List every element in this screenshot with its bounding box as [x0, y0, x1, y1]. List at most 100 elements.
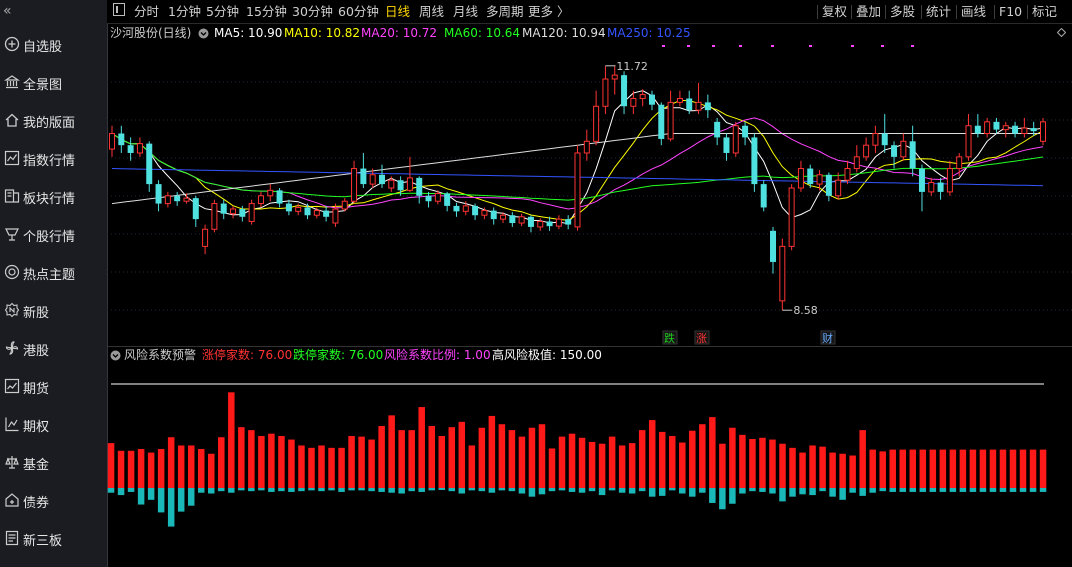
candle-body	[518, 216, 525, 224]
toolbar-button-3[interactable]: 统计	[926, 3, 951, 21]
event-marker-0[interactable]: 跌	[662, 330, 678, 345]
sidebar-item-0[interactable]: 自选股	[0, 25, 107, 63]
risk-indicator-panel[interactable]: 风险系数预警 涨停家数: 76.00 跌停家数: 76.00 风险系数比例: 1.0…	[107, 346, 1072, 567]
candle-body	[388, 179, 395, 189]
toolbar-button-5[interactable]: F10	[999, 3, 1022, 21]
limit-down-bar	[548, 488, 556, 492]
sidebar-item-3[interactable]: 指数行情	[0, 139, 107, 177]
sidebar-item-5[interactable]: 个股行情	[0, 215, 107, 253]
candle-body	[835, 179, 842, 197]
period-tab-9[interactable]: 多周期	[486, 3, 524, 21]
candle-body	[611, 74, 618, 80]
candle	[267, 184, 274, 202]
toolbar-button-6[interactable]: 标记	[1032, 3, 1057, 21]
sidebar-item-10[interactable]: 期权	[0, 405, 107, 443]
candle-body	[369, 174, 376, 185]
sidebar-item-7[interactable]: 新股	[0, 291, 107, 329]
limit-up-bar	[238, 427, 245, 488]
limit-down-bar	[218, 488, 225, 492]
period-tab-6[interactable]: 日线	[385, 3, 410, 21]
limit-down-bar	[318, 488, 325, 492]
candle	[788, 184, 795, 251]
candle-body	[211, 203, 218, 230]
candle	[118, 125, 125, 153]
sidebar-item-label: 港股	[23, 344, 50, 359]
limit-up-bar	[398, 430, 405, 488]
period-tab-7[interactable]: 周线	[419, 3, 444, 21]
candle-body	[630, 97, 637, 107]
limit-down-bar	[488, 488, 496, 493]
candle	[425, 191, 432, 208]
period-tab-5[interactable]: 60分钟	[338, 3, 379, 21]
limit-up-bar	[849, 455, 856, 488]
sidebar-toggle-icon[interactable]	[113, 3, 125, 21]
candle-body	[602, 78, 609, 107]
sidebar-item-11[interactable]: 基金	[0, 443, 107, 481]
candle	[1040, 117, 1046, 146]
bank-icon	[4, 75, 20, 89]
candle-body	[118, 133, 125, 146]
sidebar-item-8[interactable]: 港股	[0, 329, 107, 367]
limit-up-bar	[117, 450, 125, 488]
limit-down-bar	[769, 488, 776, 494]
sidebar-item-4[interactable]: 板块行情	[0, 177, 107, 215]
period-tab-4[interactable]: 30分钟	[292, 3, 333, 21]
candle-body	[323, 210, 330, 217]
collapse-sidebar-button[interactable]: «	[0, 0, 107, 22]
bond-icon	[5, 493, 19, 507]
toolbar-button-4[interactable]: 画线	[961, 3, 986, 21]
toolbar-button-2[interactable]: 多股	[890, 3, 915, 21]
event-tick	[712, 45, 715, 47]
limit-down-bar	[859, 488, 866, 496]
period-tab-10[interactable]: 更多 〉	[528, 3, 569, 21]
limit-up-bar	[899, 449, 906, 488]
event-marker-text: 财	[822, 331, 833, 345]
limit-down-bar	[799, 488, 806, 495]
candle-body	[816, 174, 823, 185]
candle	[527, 215, 534, 233]
limit-down-bar	[979, 488, 987, 492]
candle	[900, 133, 907, 161]
toolbar-button-0[interactable]: 复权	[822, 3, 847, 21]
candle-body	[984, 121, 991, 135]
event-tick	[809, 45, 812, 47]
candle-body	[1012, 125, 1019, 134]
period-tab-3[interactable]: 15分钟	[246, 3, 287, 21]
limit-up-bar	[809, 445, 816, 488]
plus-circle-icon	[4, 36, 20, 52]
sidebar-item-9[interactable]: 期货	[0, 367, 107, 405]
limit-up-bar	[989, 449, 997, 488]
limit-down-bar	[147, 488, 155, 500]
candle	[984, 117, 991, 138]
sidebar-item-13[interactable]: 新三板	[0, 519, 107, 557]
double-chevron-left-icon[interactable]: «	[3, 3, 12, 19]
sidebar-item-1[interactable]: 全景图	[0, 63, 107, 101]
limit-up-bar	[488, 415, 496, 488]
candle-body	[667, 101, 674, 140]
sidebar-item-label: 全景图	[23, 78, 63, 93]
candle-body	[676, 97, 683, 103]
limit-up-bar	[388, 415, 395, 488]
sidebar-item-6[interactable]: 热点主题	[0, 253, 107, 291]
sidebar-item-12[interactable]: 债券	[0, 481, 107, 519]
period-tab-8[interactable]: 月线	[453, 3, 478, 21]
toolbar-button-1[interactable]: 叠加	[856, 3, 881, 21]
period-tab-1[interactable]: 1分钟	[168, 3, 201, 21]
kline-chart-panel[interactable]: 沙河股份(日线) MA5: 10.90 MA10: 10.82 MA20: 10.7…	[107, 24, 1072, 346]
event-marker-text: 跌	[664, 331, 675, 345]
candle-body	[900, 140, 907, 158]
limit-down-bar	[618, 488, 626, 493]
limit-down-bar	[749, 488, 756, 492]
candle	[444, 191, 451, 212]
sidebar-item-2[interactable]: 我的版面	[0, 101, 107, 139]
limit-down-bar	[268, 488, 275, 492]
period-tab-2[interactable]: 5分钟	[206, 3, 239, 21]
limit-down-bar	[508, 488, 516, 492]
limit-up-bar	[308, 447, 315, 488]
candle-body	[909, 141, 916, 169]
limit-up-bar	[929, 449, 937, 488]
event-marker-1[interactable]: 涨	[694, 330, 710, 345]
event-marker-2[interactable]: 财	[820, 330, 836, 345]
candle	[732, 121, 739, 157]
period-tab-0[interactable]: 分时	[134, 3, 159, 21]
